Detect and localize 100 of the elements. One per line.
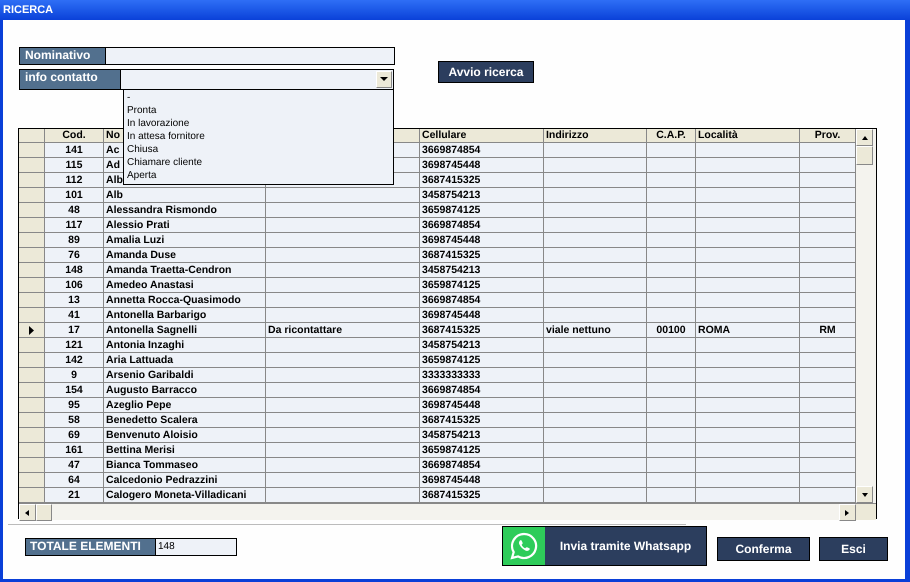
table-cell: 00100	[647, 323, 696, 338]
table-cell: Alb	[104, 188, 266, 203]
table-cell: viale nettuno	[544, 323, 647, 338]
table-cell: 3687415325	[420, 413, 544, 428]
table-cell: 3669874854	[420, 218, 544, 233]
table-cell: 64	[45, 473, 104, 488]
table-cell	[800, 203, 856, 218]
table-cell: Antonella Barbarigo	[104, 308, 266, 323]
table-cell	[800, 278, 856, 293]
info-contatto-combo[interactable]	[121, 69, 394, 90]
scroll-up-icon[interactable]	[856, 129, 873, 146]
table-cell: 141	[45, 143, 104, 158]
table-cell	[647, 428, 696, 443]
table-cell	[800, 398, 856, 413]
table-cell	[800, 158, 856, 173]
table-cell: 3698745448	[420, 473, 544, 488]
window-title: RICERCA	[3, 2, 54, 18]
table-cell: 13	[45, 293, 104, 308]
table-cell	[647, 383, 696, 398]
table-cell: 101	[45, 188, 104, 203]
table-cell: 48	[45, 203, 104, 218]
table-cell	[647, 413, 696, 428]
nominativo-input[interactable]	[106, 47, 395, 65]
table-cell	[647, 263, 696, 278]
dialog-button[interactable]: Esci	[819, 537, 888, 561]
table-cell: Bianca Tommaseo	[104, 458, 266, 473]
table-cell: Alessandra Rismondo	[104, 203, 266, 218]
table-cell: Amanda Traetta-Cendron	[104, 263, 266, 278]
table-cell: 3698745448	[420, 233, 544, 248]
table-cell	[800, 383, 856, 398]
table-cell: 3698745448	[420, 158, 544, 173]
table-cell: 95	[45, 398, 104, 413]
table-cell	[647, 203, 696, 218]
table-cell: RM	[800, 323, 856, 338]
table-cell: ROMA	[696, 323, 800, 338]
table-cell	[800, 173, 856, 188]
scroll-thumb[interactable]	[36, 504, 52, 521]
table-cell	[647, 308, 696, 323]
table-cell: 161	[45, 443, 104, 458]
table-cell: 3458754213	[420, 428, 544, 443]
table-cell	[647, 368, 696, 383]
table-cell: 3687415325	[420, 173, 544, 188]
table-cell: 3333333333	[420, 368, 544, 383]
table-cell	[800, 353, 856, 368]
table-cell: 21	[45, 488, 104, 503]
total-label: TOTALE ELEMENTI	[25, 538, 156, 556]
row-selector[interactable]	[19, 323, 45, 338]
table-cell: Aria Lattuada	[104, 353, 266, 368]
whatsapp-send-button[interactable]: Invia tramite Whatsapp	[502, 526, 707, 566]
table-cell: 3458754213	[420, 263, 544, 278]
table-cell	[647, 353, 696, 368]
table-cell	[800, 233, 856, 248]
table-cell: 121	[45, 338, 104, 353]
table-cell: Antonia Inzaghi	[104, 338, 266, 353]
dropdown-option[interactable]: Pronta	[124, 104, 393, 117]
table-cell	[647, 293, 696, 308]
horizontal-scrollbar[interactable]	[19, 503, 876, 520]
table-cell	[647, 488, 696, 503]
table-cell: 154	[45, 383, 104, 398]
table-cell: 3659874125	[420, 443, 544, 458]
table-cell	[647, 143, 696, 158]
dropdown-arrow-button[interactable]	[376, 71, 392, 88]
table-cell: 9	[45, 368, 104, 383]
table-cell: 3659874125	[420, 203, 544, 218]
table-cell	[647, 338, 696, 353]
vertical-scrollbar[interactable]	[856, 129, 876, 503]
table-cell: 3659874125	[420, 278, 544, 293]
current-row-icon	[29, 326, 34, 334]
table-cell	[800, 428, 856, 443]
field-label: info contatto	[19, 69, 121, 90]
table-cell: Da ricontattare	[266, 323, 420, 338]
table-cell: 58	[45, 413, 104, 428]
scroll-down-icon[interactable]	[856, 486, 873, 503]
table-cell: Bettina Merisi	[104, 443, 266, 458]
table-cell	[800, 248, 856, 263]
table-cell: Calcedonio Pedrazzini	[104, 473, 266, 488]
table-cell: Annetta Rocca-Quasimodo	[104, 293, 266, 308]
avvio-ricerca-button[interactable]: Avvio ricerca	[438, 61, 534, 83]
table-cell: 3659874125	[420, 353, 544, 368]
total-value-field: 148	[156, 538, 237, 556]
dialog-button[interactable]: Conferma	[717, 537, 810, 561]
table-cell: Calogero Moneta-Villadicani	[104, 488, 266, 503]
table-cell: 47	[45, 458, 104, 473]
table-cell: 106	[45, 278, 104, 293]
table-cell: 3458754213	[420, 338, 544, 353]
dropdown-option[interactable]: In lavorazione	[124, 117, 393, 130]
table-cell: 3698745448	[420, 308, 544, 323]
table-cell: Benedetto Scalera	[104, 413, 266, 428]
scroll-left-icon[interactable]	[19, 504, 36, 521]
scroll-right-icon[interactable]	[839, 504, 856, 521]
table-cell	[800, 218, 856, 233]
scroll-thumb[interactable]	[856, 146, 873, 165]
whatsapp-icon	[503, 527, 545, 565]
table-cell: 3687415325	[420, 248, 544, 263]
dropdown-option[interactable]: -	[124, 91, 393, 104]
field-label: Nominativo	[19, 47, 106, 65]
table-cell	[800, 488, 856, 503]
table-cell	[800, 308, 856, 323]
table-cell: Amalia Luzi	[104, 233, 266, 248]
table-cell: 3669874854	[420, 383, 544, 398]
